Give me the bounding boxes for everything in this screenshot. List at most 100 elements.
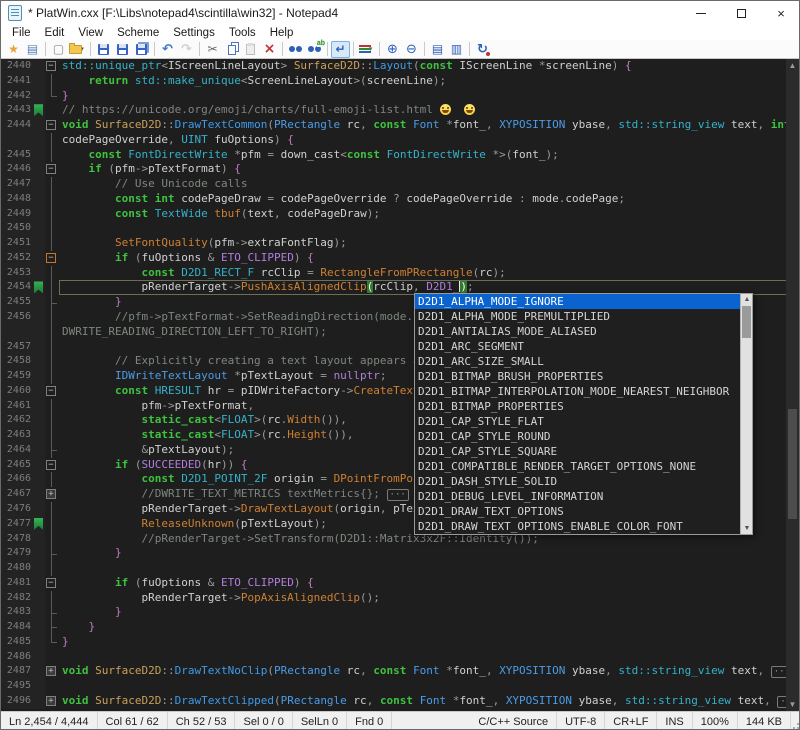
status-overtype[interactable]: INS xyxy=(657,712,692,730)
line-number[interactable]: 2454 xyxy=(1,280,33,295)
bookmark-margin[interactable] xyxy=(33,502,45,517)
line-number[interactable]: 2495 xyxy=(1,679,33,694)
line-number[interactable]: 2449 xyxy=(1,207,33,222)
fold-margin[interactable]: + xyxy=(45,664,59,679)
line-number[interactable]: 2465 xyxy=(1,458,33,473)
code-line-2481[interactable]: 2481− if (fuOptions & ETO_CLIPPED) { xyxy=(1,576,788,591)
scroll-down-icon[interactable]: ▼ xyxy=(741,523,753,534)
fold-margin[interactable] xyxy=(45,280,59,295)
editor-scrollbar[interactable]: ▲ ▼ xyxy=(786,59,799,711)
bookmark-margin[interactable] xyxy=(33,428,45,443)
line-number[interactable]: 2496 xyxy=(1,694,33,709)
line-number[interactable]: 2451 xyxy=(1,236,33,251)
autocomplete-item[interactable]: D2D1_ARC_SEGMENT xyxy=(415,339,740,354)
line-number[interactable]: 2485 xyxy=(1,635,33,650)
autocomplete-item[interactable]: D2D1_DASH_STYLE_SOLID xyxy=(415,474,740,489)
bookmark-margin[interactable] xyxy=(33,103,45,118)
fold-margin[interactable] xyxy=(45,266,59,281)
code-line-2484[interactable]: 2484 } xyxy=(1,620,788,635)
line-number[interactable]: 2448 xyxy=(1,192,33,207)
fold-collapse-icon[interactable]: − xyxy=(46,164,56,174)
status-char[interactable]: Ch 52 / 53 xyxy=(168,712,236,730)
code-line-2496[interactable]: 2496+void SurfaceD2D::DrawTextClipped(PR… xyxy=(1,694,788,709)
line-number[interactable]: 2440 xyxy=(1,59,33,74)
fold-margin[interactable] xyxy=(45,207,59,222)
fold-margin[interactable] xyxy=(45,310,59,325)
line-number[interactable]: 2455 xyxy=(1,295,33,310)
word-wrap-button[interactable]: ↵ xyxy=(331,41,350,58)
fold-margin[interactable] xyxy=(45,620,59,635)
fold-collapse-icon[interactable]: − xyxy=(46,386,56,396)
status-zoom[interactable]: 100% xyxy=(693,712,738,730)
bookmark-margin[interactable] xyxy=(33,74,45,89)
bookmark-margin[interactable] xyxy=(33,399,45,414)
autocomplete-item[interactable]: D2D1_CAP_STYLE_SQUARE xyxy=(415,444,740,459)
fold-margin[interactable] xyxy=(45,133,59,148)
menu-help[interactable]: Help xyxy=(263,27,301,39)
redo-button[interactable]: ↷ xyxy=(177,41,196,58)
save-as-button[interactable] xyxy=(113,41,132,58)
bookmark-margin[interactable] xyxy=(33,266,45,281)
line-number[interactable]: 2450 xyxy=(1,221,33,236)
fold-margin[interactable] xyxy=(45,517,59,532)
line-number[interactable]: 2460 xyxy=(1,384,33,399)
line-number[interactable]: 2442 xyxy=(1,89,33,104)
code-line-2447[interactable]: 2447 // Use Unicode calls xyxy=(1,177,788,192)
line-number[interactable]: 2466 xyxy=(1,472,33,487)
autocomplete-item[interactable]: D2D1_BITMAP_PROPERTIES xyxy=(415,399,740,414)
bookmark-margin[interactable] xyxy=(33,369,45,384)
bookmark-margin[interactable] xyxy=(33,487,45,502)
code-line-2451[interactable]: 2451 SetFontQuality(pfm->extraFontFlag); xyxy=(1,236,788,251)
zoom-out-button[interactable]: ⊖ xyxy=(402,41,421,58)
status-line[interactable]: Ln 2,454 / 4,444 xyxy=(1,712,98,730)
paste-button[interactable] xyxy=(241,41,260,58)
menu-view[interactable]: View xyxy=(71,27,110,39)
fold-collapse-icon[interactable]: − xyxy=(46,253,56,263)
fold-margin[interactable] xyxy=(45,103,59,118)
fold-margin[interactable]: + xyxy=(45,487,59,502)
app-icon[interactable] xyxy=(8,5,22,21)
fold-collapse-icon[interactable]: − xyxy=(46,61,56,71)
code-line-2452[interactable]: 2452− if (fuOptions & ETO_CLIPPED) { xyxy=(1,251,788,266)
fold-margin[interactable] xyxy=(45,605,59,620)
fold-margin[interactable] xyxy=(45,221,59,236)
status-scheme[interactable]: C/C++ Source xyxy=(470,712,557,730)
scroll-up-icon[interactable]: ▲ xyxy=(741,294,753,305)
bookmark-margin[interactable] xyxy=(33,620,45,635)
line-number[interactable] xyxy=(1,325,33,340)
code-line-2441[interactable]: 2441 return std::make_unique<ScreenLineL… xyxy=(1,74,788,89)
fold-margin[interactable] xyxy=(45,192,59,207)
line-number[interactable]: 2458 xyxy=(1,354,33,369)
line-number[interactable]: 2483 xyxy=(1,605,33,620)
bookmark-margin[interactable] xyxy=(33,177,45,192)
autocomplete-item[interactable]: D2D1_DRAW_TEXT_OPTIONS xyxy=(415,504,740,519)
code-line-2479[interactable]: 2479 } xyxy=(1,546,788,561)
new-file-button[interactable]: ▢ xyxy=(49,41,68,58)
fold-margin[interactable] xyxy=(45,413,59,428)
bookmark-margin[interactable] xyxy=(33,517,45,532)
autocomplete-item[interactable]: D2D1_COMPATIBLE_RENDER_TARGET_OPTIONS_NO… xyxy=(415,459,740,474)
line-number[interactable]: 2478 xyxy=(1,532,33,547)
bookmark-margin[interactable] xyxy=(33,384,45,399)
code-line-wrap[interactable]: codePageOverride, UINT fuOptions) { xyxy=(1,133,788,148)
bookmark-margin[interactable] xyxy=(33,280,45,295)
resize-grip[interactable] xyxy=(791,712,800,730)
fold-ellipsis-box[interactable]: ··· xyxy=(387,489,409,501)
menu-file[interactable]: File xyxy=(5,27,38,39)
menu-edit[interactable]: Edit xyxy=(38,27,72,39)
bookmark-margin[interactable] xyxy=(33,635,45,650)
fold-margin[interactable] xyxy=(45,561,59,576)
fold-margin[interactable] xyxy=(45,354,59,369)
status-eol[interactable]: CR+LF xyxy=(605,712,657,730)
code-line-2485[interactable]: 2485} xyxy=(1,635,788,650)
code-line-2486[interactable]: 2486 xyxy=(1,650,788,665)
undo-button[interactable]: ↶ xyxy=(158,41,177,58)
fold-collapse-icon[interactable]: − xyxy=(46,460,56,470)
bookmark-margin[interactable] xyxy=(33,694,45,709)
fold-margin[interactable] xyxy=(45,679,59,694)
line-number[interactable]: 2443 xyxy=(1,103,33,118)
bookmark-margin[interactable] xyxy=(33,251,45,266)
favorites-button[interactable]: ★ xyxy=(4,41,23,58)
delete-button[interactable]: × xyxy=(260,41,279,58)
menu-settings[interactable]: Settings xyxy=(166,27,222,39)
